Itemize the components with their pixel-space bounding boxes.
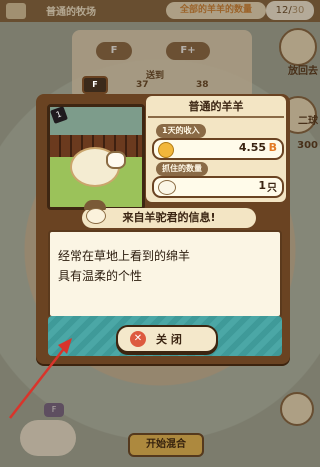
annotation-arrow-icon: [9, 338, 72, 419]
arrow-shaft: [9, 345, 67, 419]
